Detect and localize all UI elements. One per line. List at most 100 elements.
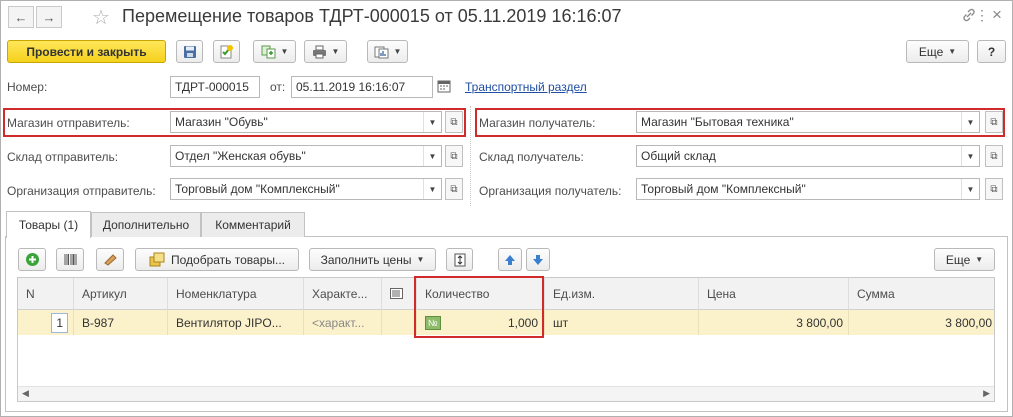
open-receiver-store-button[interactable]: ⧉ xyxy=(985,111,1003,133)
column-header-unit[interactable]: Ед.изм. xyxy=(545,278,699,310)
chevron-down-icon[interactable]: ▼ xyxy=(961,179,979,199)
tab-goods[interactable]: Товары (1) xyxy=(6,211,91,238)
fill-prices-button[interactable]: Заполнить цены ▼ xyxy=(309,248,436,271)
cell-n[interactable]: 1 xyxy=(18,310,74,335)
column-header-n[interactable]: N xyxy=(18,278,74,310)
open-sender-org-button[interactable]: ⧉ xyxy=(445,178,463,200)
sender-warehouse-value: Отдел "Женская обувь" xyxy=(175,149,306,163)
receiver-org-field[interactable]: Торговый дом "Комплексный" ▼ xyxy=(636,178,980,200)
create-based-on-button[interactable]: ▼ xyxy=(253,40,296,63)
move-down-button[interactable] xyxy=(526,248,550,271)
pick-hand-icon xyxy=(103,254,117,266)
sender-store-label: Магазин отправитель: xyxy=(7,116,130,130)
post-button[interactable] xyxy=(213,40,240,63)
open-sender-warehouse-button[interactable]: ⧉ xyxy=(445,145,463,167)
forward-button[interactable]: → xyxy=(36,6,62,28)
transport-section-link[interactable]: Транспортный раздел xyxy=(465,80,587,94)
tab-comment[interactable]: Комментарий xyxy=(201,212,305,237)
reports-button[interactable]: ▼ xyxy=(367,40,408,63)
column-header-series[interactable] xyxy=(382,278,417,310)
open-icon: ⧉ xyxy=(990,150,998,162)
open-icon: ⧉ xyxy=(990,116,998,128)
pick-goods-button[interactable]: Подобрать товары... xyxy=(135,248,299,271)
cell-price[interactable]: 3 800,00 xyxy=(699,310,849,335)
scroll-right-icon[interactable]: ▶ xyxy=(983,388,990,399)
calendar-icon[interactable] xyxy=(437,79,451,96)
chevron-down-icon[interactable]: ▼ xyxy=(423,112,441,132)
back-button[interactable]: ← xyxy=(8,6,34,28)
pick-tool-button[interactable] xyxy=(96,248,124,271)
move-up-button[interactable] xyxy=(498,248,522,271)
chevron-down-icon[interactable]: ▼ xyxy=(423,179,441,199)
open-icon: ⧉ xyxy=(450,150,458,162)
tab-additional[interactable]: Дополнительно xyxy=(91,212,201,237)
quantity-highlight xyxy=(414,276,544,338)
chevron-down-icon[interactable]: ▼ xyxy=(961,112,979,132)
document-post-icon xyxy=(220,45,233,59)
more-button[interactable]: Еще ▼ xyxy=(906,40,969,63)
arrow-up-icon xyxy=(505,254,515,265)
favorite-star-icon[interactable]: ☆ xyxy=(92,5,110,30)
sender-warehouse-field[interactable]: Отдел "Женская обувь" ▼ xyxy=(170,145,442,167)
pick-goods-icon xyxy=(149,252,165,267)
horizontal-scrollbar[interactable]: ◀ ▶ xyxy=(18,386,994,401)
table-more-button[interactable]: Еще ▼ xyxy=(934,248,995,271)
column-divider xyxy=(470,106,471,206)
column-header-sum[interactable]: Сумма xyxy=(849,278,994,310)
cell-series[interactable] xyxy=(382,310,417,335)
more-button-label: Еще xyxy=(918,44,944,59)
receiver-store-value: Магазин "Бытовая техника" xyxy=(641,115,794,129)
date-field[interactable]: 05.11.2019 16:16:07 xyxy=(291,76,433,98)
cell-unit[interactable]: шт xyxy=(545,310,699,335)
help-button[interactable]: ? xyxy=(977,40,1006,63)
post-and-close-button[interactable]: Провести и закрыть xyxy=(7,40,166,63)
receiver-store-field[interactable]: Магазин "Бытовая техника" ▼ xyxy=(636,111,980,133)
cell-article[interactable]: В-987 xyxy=(74,310,168,335)
sender-warehouse-label: Склад отправитель: xyxy=(7,150,119,164)
open-icon: ⧉ xyxy=(450,183,458,195)
link-icon[interactable] xyxy=(962,8,976,25)
barcode-icon xyxy=(64,254,76,265)
sender-org-field[interactable]: Торговый дом "Комплексный" ▼ xyxy=(170,178,442,200)
column-header-article[interactable]: Артикул xyxy=(74,278,168,310)
open-icon: ⧉ xyxy=(990,183,998,195)
receiver-store-label: Магазин получатель: xyxy=(479,116,596,130)
open-sender-store-button[interactable]: ⧉ xyxy=(445,111,463,133)
sender-store-value: Магазин "Обувь" xyxy=(175,115,268,129)
cell-sum[interactable]: 3 800,00 xyxy=(849,310,994,335)
reports-icon xyxy=(374,46,389,58)
open-receiver-warehouse-button[interactable]: ⧉ xyxy=(985,145,1003,167)
more-vertical-icon[interactable]: ⋮ xyxy=(975,7,989,24)
print-button[interactable]: ▼ xyxy=(304,40,347,63)
add-row-button[interactable] xyxy=(18,248,46,271)
chevron-down-icon: ▼ xyxy=(393,47,402,56)
cell-nomenclature[interactable]: Вентилятор JIPO... xyxy=(168,310,304,335)
open-icon: ⧉ xyxy=(450,116,458,128)
chevron-down-icon: ▼ xyxy=(280,47,289,56)
printer-icon xyxy=(312,45,326,58)
date-label: от: xyxy=(270,80,286,94)
chevron-down-icon[interactable]: ▼ xyxy=(423,146,441,166)
sender-store-field[interactable]: Магазин "Обувь" ▼ xyxy=(170,111,442,133)
column-header-price[interactable]: Цена xyxy=(699,278,849,310)
resize-columns-button[interactable] xyxy=(446,248,473,271)
chevron-down-icon[interactable]: ▼ xyxy=(961,146,979,166)
column-header-characteristic[interactable]: Характе... xyxy=(304,278,382,310)
scroll-left-icon[interactable]: ◀ xyxy=(22,388,29,399)
chevron-down-icon: ▼ xyxy=(331,47,340,56)
cell-characteristic[interactable]: <характ... xyxy=(304,310,382,335)
arrow-right-icon: → xyxy=(42,9,56,25)
barcode-button[interactable] xyxy=(56,248,84,271)
number-field[interactable]: ТДРТ-000015 xyxy=(170,76,260,98)
pick-goods-label: Подобрать товары... xyxy=(171,252,285,267)
receiver-warehouse-field[interactable]: Общий склад ▼ xyxy=(636,145,980,167)
chevron-down-icon: ▼ xyxy=(416,255,425,264)
fill-prices-label: Заполнить цены xyxy=(320,252,412,267)
save-button[interactable] xyxy=(176,40,203,63)
receiver-org-label: Организация получатель: xyxy=(479,184,622,198)
column-header-nomenclature[interactable]: Номенклатура xyxy=(168,278,304,310)
plus-circle-icon xyxy=(25,253,39,266)
close-icon[interactable]: × xyxy=(992,5,1002,25)
open-receiver-org-button[interactable]: ⧉ xyxy=(985,178,1003,200)
sender-org-label: Организация отправитель: xyxy=(7,184,156,198)
